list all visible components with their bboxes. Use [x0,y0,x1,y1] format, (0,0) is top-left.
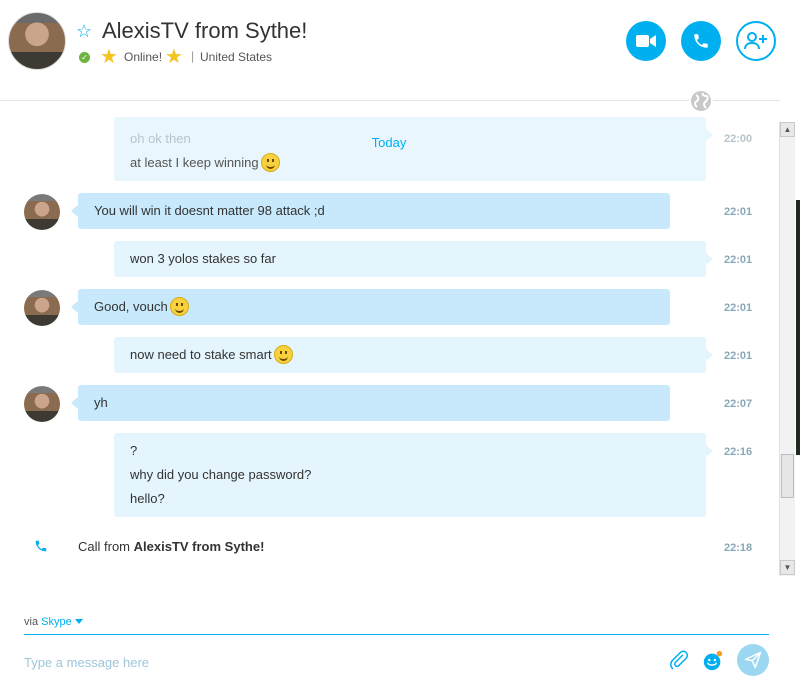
message-text: won 3 yolos stakes so far [130,251,276,266]
video-call-button[interactable] [626,21,666,61]
message-bubble-incoming[interactable]: Good, vouch [71,289,670,325]
audio-call-button[interactable] [681,21,721,61]
mood-message: Online! [124,50,163,64]
contact-avatar-small[interactable] [24,194,60,230]
phone-icon [694,34,708,48]
star-emoticon-icon: ★ [100,46,118,68]
via-service[interactable]: Skype [41,616,72,628]
call-prefix: Call from [78,539,131,554]
conversation-scrollbar[interactable]: ▲ ▼ [779,122,795,576]
caller-name: AlexisTV from Sythe! [133,539,265,554]
day-separator: Today [371,135,407,150]
video-camera-icon [636,35,656,47]
message-input[interactable] [24,650,644,674]
smile-emoticon-icon [273,345,293,364]
message-time: 22:01 [724,254,753,266]
phone-icon [35,540,47,552]
contact-name[interactable]: AlexisTV from Sythe! [102,18,307,44]
send-via-selector[interactable]: via Skype [24,616,83,628]
message-text: ? [130,443,138,458]
scroll-down-arrow-icon[interactable]: ▼ [780,560,795,575]
message-time: 22:16 [724,446,753,458]
message-bubble-outgoing[interactable]: now need to stake smart [114,337,713,373]
contact-avatar[interactable] [8,12,66,70]
contact-avatar-small[interactable] [24,290,60,326]
paperclip-icon[interactable] [668,649,690,673]
scroll-thumb[interactable] [781,454,794,498]
add-person-icon [744,32,767,50]
message-time: 22:18 [724,542,753,554]
background-window-edge [796,200,800,455]
chat-header: ☆ AlexisTV from Sythe! ✓ ★ Online! ★ | U… [0,0,800,100]
message-text: You will win it doesnt matter 98 attack … [94,203,325,218]
chevron-down-icon[interactable] [74,619,83,624]
conversation-pane[interactable]: oh ok then 22:00 at least I keep winning… [0,101,778,579]
add-people-button[interactable] [736,21,776,61]
scroll-up-arrow-icon[interactable]: ▲ [780,122,795,137]
call-event: Call from AlexisTV from Sythe! [78,539,264,554]
message-text: now need to stake smart [130,347,272,362]
message-bubble-outgoing[interactable]: won 3 yolos stakes so far [114,241,713,277]
message-text: hello? [130,491,165,506]
message-bubble-outgoing[interactable]: ? why did you change password? hello? [114,433,713,517]
message-time: 22:01 [724,206,753,218]
smile-emoticon-icon [169,297,189,316]
message-text: yh [94,395,108,410]
composer-divider [24,634,769,635]
emoticon-picker-icon[interactable] [702,650,724,672]
message-text: at least I keep winning [130,153,280,172]
contact-location: United States [200,50,273,64]
message-text: why did you change password? [130,467,312,482]
message-time: 22:01 [724,302,753,314]
message-bubble-incoming[interactable]: You will win it doesnt matter 98 attack … [71,193,670,229]
send-button[interactable] [737,644,769,676]
message-time: 22:07 [724,398,753,410]
favorite-star-icon[interactable]: ☆ [76,22,92,40]
send-icon [744,651,762,669]
check-circle-icon: ✓ [79,52,90,63]
message-bubble-incoming[interactable]: yh [71,385,670,421]
message-time: 22:01 [724,350,753,362]
via-label: via [24,616,39,628]
contact-avatar-small[interactable] [24,386,60,422]
header-separator: | [191,49,195,63]
message-text: Good, vouch [94,299,168,314]
star-emoticon-icon: ★ [165,46,183,68]
smile-emoticon-icon [260,153,280,172]
